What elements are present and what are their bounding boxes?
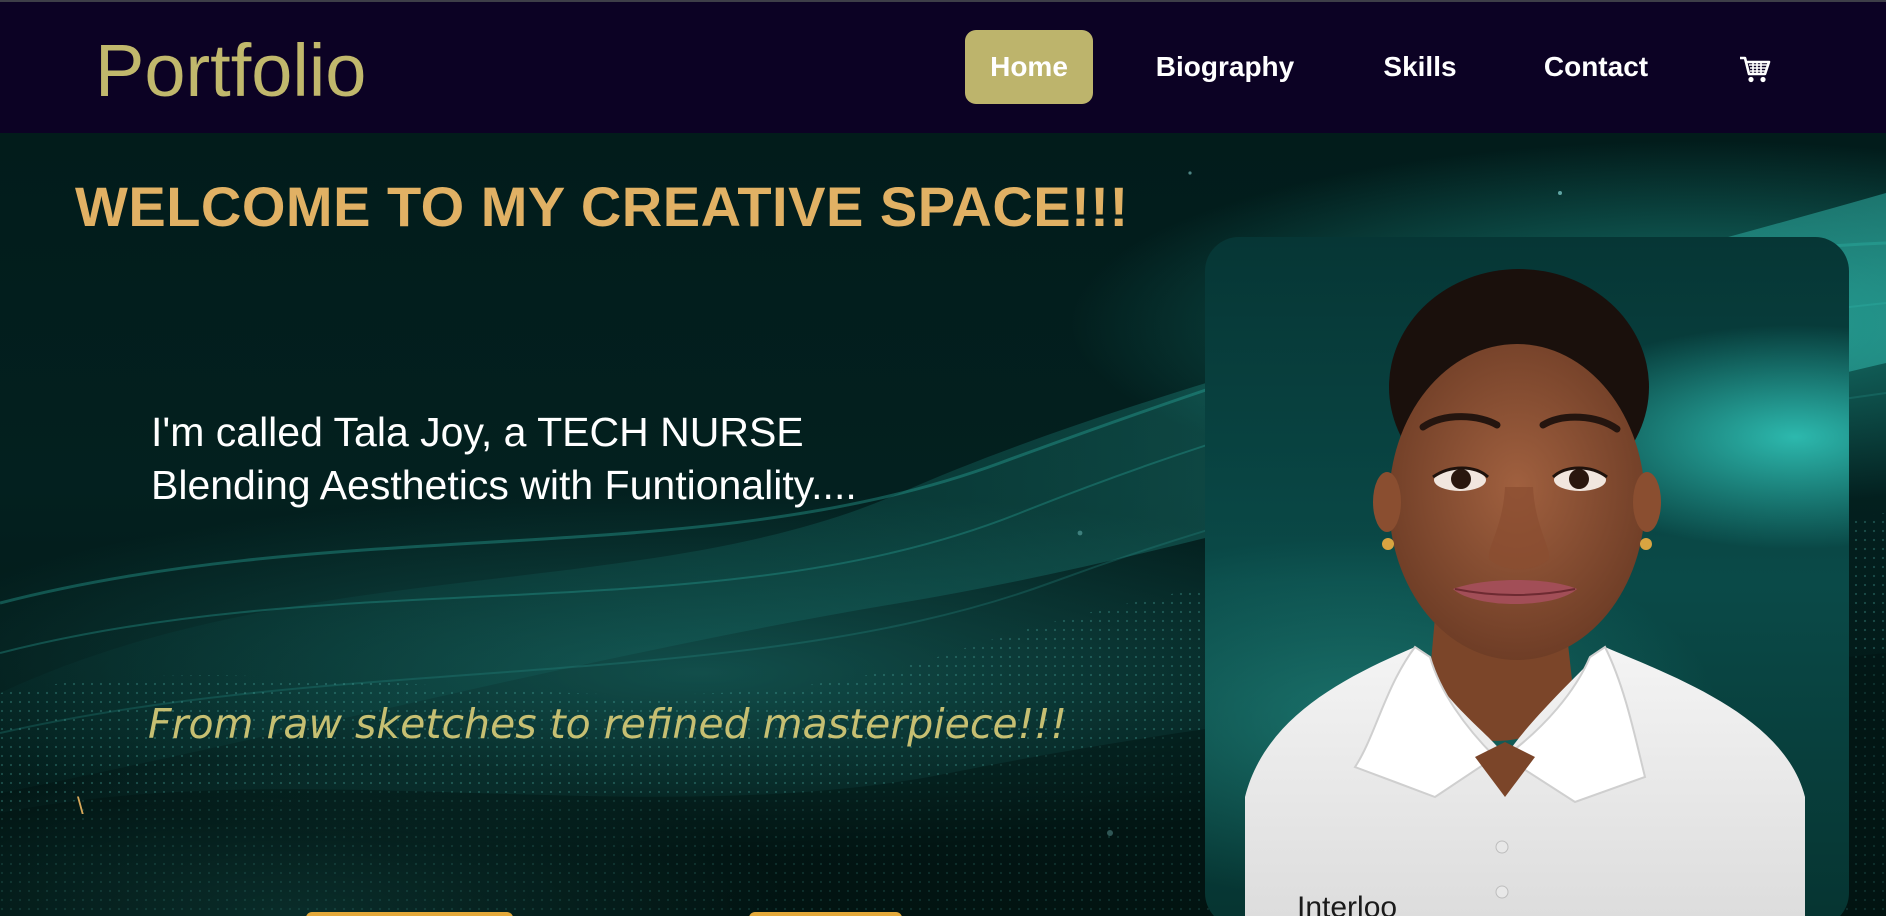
brand-logo[interactable]: Portfolio (95, 26, 366, 116)
shirt-logo: Interloo (1297, 891, 1397, 916)
welcome-heading: WELCOME TO MY CREATIVE SPACE!!! (75, 175, 1129, 238)
intro-text: I'm called Tala Joy, a TECH NURSE Blendi… (151, 409, 857, 508)
nav-contact-link[interactable]: Contact (1534, 30, 1658, 104)
cta-button-primary[interactable] (306, 912, 513, 916)
profile-photo: Interloo (1205, 237, 1849, 916)
shopping-cart-icon[interactable] (1738, 52, 1772, 86)
nav-home-link[interactable]: Home (965, 30, 1093, 104)
nav-skills-link[interactable]: Skills (1368, 30, 1472, 104)
cta-button-secondary[interactable] (749, 912, 902, 916)
top-navbar: Portfolio Home Biography Skills Contact (0, 0, 1886, 133)
portfolio-page: Portfolio Home Biography Skills Contact (0, 0, 1886, 916)
tagline-text: From raw sketches to refined masterpiece… (148, 700, 1067, 748)
stray-backslash: \ (77, 793, 84, 820)
nav-biography-link[interactable]: Biography (1142, 30, 1308, 104)
